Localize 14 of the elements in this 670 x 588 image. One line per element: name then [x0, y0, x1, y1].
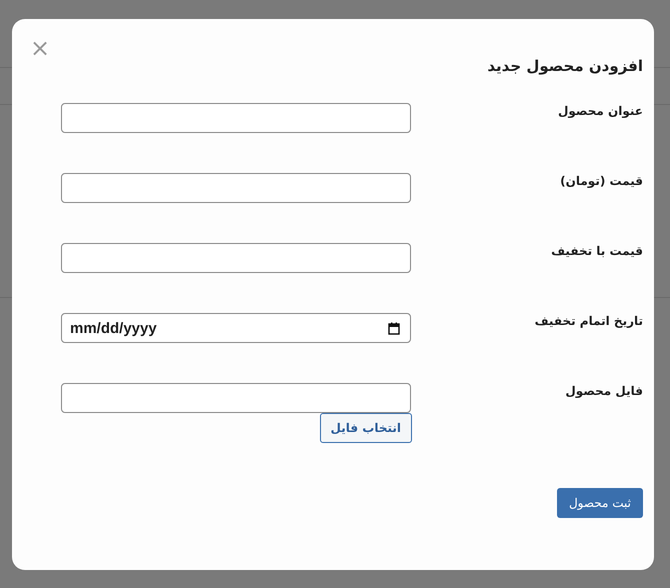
- text-field[interactable]: [61, 103, 411, 133]
- field-label: فایل محصول: [564, 383, 643, 399]
- choose-file-button[interactable]: انتخاب فایل: [320, 413, 412, 443]
- dialog-title: افزودن محصول جدید: [486, 56, 643, 77]
- file-field[interactable]: [61, 383, 411, 413]
- field-label: قیمت (تومان): [559, 173, 643, 189]
- text-field[interactable]: [61, 173, 411, 203]
- text-field[interactable]: [61, 243, 411, 273]
- field-label: تاریخ اتمام تخفیف: [534, 313, 643, 329]
- date-field[interactable]: mm/dd/yyyy: [61, 313, 411, 343]
- field-label: عنوان محصول: [557, 103, 643, 119]
- calendar-icon[interactable]: [388, 322, 400, 334]
- submit-button[interactable]: ثبت محصول: [556, 488, 643, 518]
- field-label: قیمت با تخفیف: [550, 243, 643, 259]
